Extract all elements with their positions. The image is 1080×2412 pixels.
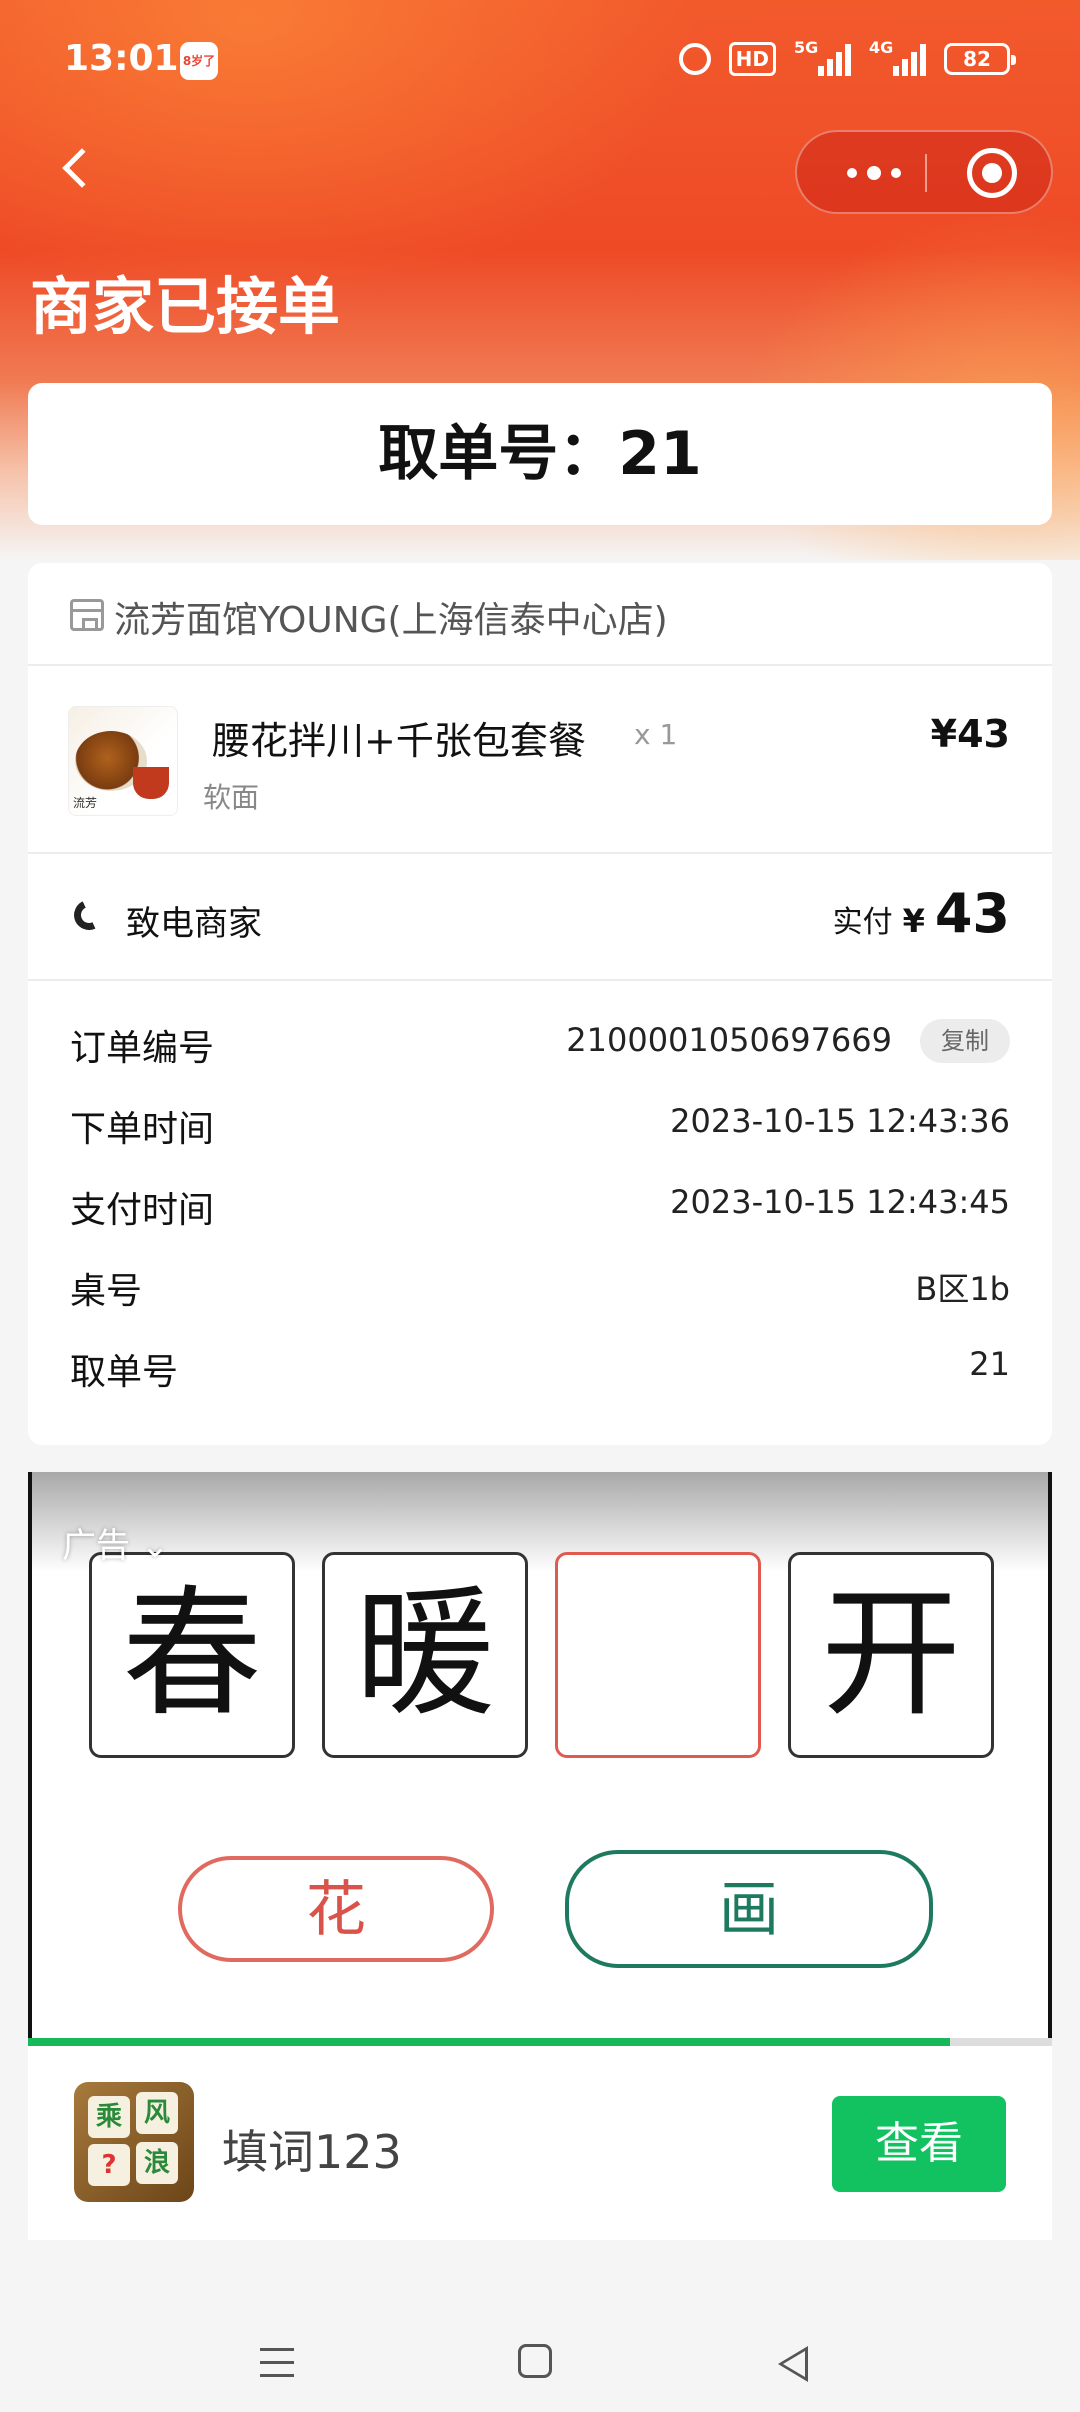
page-title: 商家已接单 — [30, 270, 341, 343]
ad-progress-fill — [28, 2038, 950, 2046]
store-row[interactable]: 流芳面馆YOUNG(上海信泰中心店) — [28, 563, 1052, 666]
detail-row-order-time: 下单时间 2023-10-15 12:43:36 — [28, 1080, 1052, 1161]
game-tile: 乘 — [88, 2096, 130, 2138]
detail-key: 取单号 — [70, 1352, 179, 1393]
item-spec: 软面 — [203, 781, 260, 814]
target-dot-icon — [982, 163, 1002, 183]
order-card: 流芳面馆YOUNG(上海信泰中心店) 流芳 腰花拌川+千张包套餐 x 1 软面 … — [28, 563, 1052, 1445]
signal-5g-icon: 5G — [794, 38, 851, 76]
answer-option-right[interactable]: 画 — [565, 1850, 933, 1968]
paid-currency: ¥ — [902, 902, 925, 940]
detail-row-table: 桌号 B区1b — [28, 1242, 1052, 1323]
pickup-number-card: 取单号：21 — [28, 383, 1052, 525]
ad-label-text: 广告 — [62, 1526, 130, 1566]
call-row: 致电商家 实付 ¥ 43 — [28, 854, 1052, 981]
game-app-icon[interactable]: 乘 风 ? 浪 — [74, 2082, 194, 2202]
mini-program-capsule — [795, 130, 1053, 214]
status-time: 13:01 — [64, 38, 179, 79]
hd-icon: HD — [728, 42, 776, 76]
back-triangle-icon[interactable] — [778, 2346, 808, 2382]
word-tile: 开 — [788, 1552, 994, 1758]
battery-icon: 82 — [944, 43, 1016, 75]
signal-4g-icon: 4G — [869, 38, 926, 76]
paid-value: 43 — [934, 882, 1010, 945]
ad-progress-bar — [28, 2038, 1052, 2046]
paid-amount: 实付 ¥ 43 — [833, 882, 1010, 945]
menu-icon[interactable] — [260, 2348, 294, 2387]
store-name: 流芳面馆YOUNG(上海信泰中心店) — [114, 600, 668, 641]
detail-key: 支付时间 — [70, 1190, 215, 1231]
detail-value: 2023-10-15 12:43:45 — [670, 1183, 1010, 1221]
store-icon — [70, 599, 104, 631]
alarm-icon — [678, 43, 711, 75]
soup-cup-icon — [133, 767, 169, 799]
item-thumbnail: 流芳 — [68, 706, 178, 816]
more-button[interactable] — [837, 132, 927, 212]
capsule-divider — [925, 154, 927, 192]
signal-5g-label: 5G — [794, 38, 819, 57]
back-arrow-icon — [62, 148, 102, 188]
game-tile: 风 — [136, 2092, 178, 2134]
home-icon[interactable] — [518, 2344, 552, 2378]
word-tile: 暖 — [322, 1552, 528, 1758]
game-tile: ? — [88, 2144, 130, 2186]
item-name: 腰花拌川+千张包套餐 — [212, 719, 586, 763]
more-dot-icon — [891, 168, 901, 178]
detail-value: 2100001050697669 — [566, 1021, 892, 1059]
item-quantity: x 1 — [634, 718, 678, 751]
detail-value: 21 — [969, 1345, 1010, 1383]
detail-key: 桌号 — [70, 1271, 143, 1312]
status-icons: HD 5G 4G 82 — [678, 38, 1016, 76]
detail-row-order-number: 订单编号 2100001050697669 复制 — [28, 999, 1052, 1080]
detail-value: B区1b — [915, 1270, 1010, 1308]
view-button[interactable]: 查看 — [832, 2096, 1006, 2192]
close-miniprogram-button[interactable] — [967, 148, 1017, 198]
detail-row-pickup: 取单号 21 — [28, 1323, 1052, 1404]
app-badge-icon: 8岁了 — [180, 42, 218, 80]
answer-option-left[interactable]: 花 — [178, 1856, 494, 1962]
more-dot-icon — [847, 168, 857, 178]
back-button[interactable] — [54, 146, 104, 196]
signal-4g-label: 4G — [869, 38, 894, 57]
ad-label[interactable]: 广告 ⌄ — [62, 1518, 169, 1567]
detail-key: 订单编号 — [70, 1028, 215, 1069]
copy-button[interactable]: 复制 — [920, 1019, 1010, 1063]
game-tile: 浪 — [136, 2142, 178, 2184]
detail-row-pay-time: 支付时间 2023-10-15 12:43:45 — [28, 1161, 1052, 1242]
call-merchant-button[interactable]: 致电商家 — [126, 896, 262, 945]
thumbnail-tag: 流芳 — [73, 796, 98, 810]
ad-footer: 乘 风 ? 浪 填词123 查看 — [28, 2046, 1052, 2240]
detail-key: 下单时间 — [70, 1109, 215, 1150]
detail-value: 2023-10-15 12:43:36 — [670, 1102, 1010, 1140]
more-dot-icon — [867, 166, 881, 180]
status-bar: 13:01 8岁了 HD 5G 4G 82 — [0, 0, 1080, 124]
paid-label: 实付 — [832, 905, 893, 940]
phone-icon — [69, 895, 109, 935]
word-tile-blank[interactable] — [555, 1552, 761, 1758]
ad-banner[interactable]: 广告 ⌄ 春 暖 开 花 画 — [28, 1472, 1052, 2044]
order-details: 订单编号 2100001050697669 复制 下单时间 2023-10-15… — [28, 981, 1052, 1404]
system-navigation-bar — [0, 2270, 1080, 2412]
word-tile: 春 — [89, 1552, 295, 1758]
order-item: 流芳 腰花拌川+千张包套餐 x 1 软面 ¥43 — [28, 666, 1052, 854]
game-name: 填词123 — [222, 2125, 402, 2179]
item-price: ¥43 — [930, 712, 1010, 756]
